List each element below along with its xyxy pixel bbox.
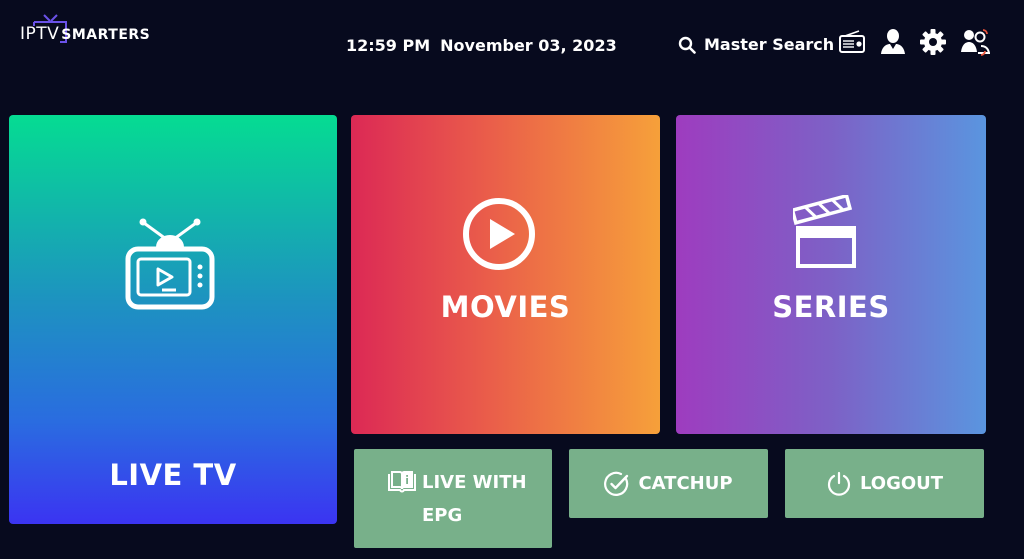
radio-icon <box>839 30 865 53</box>
logo-text-smarters: SMARTERS <box>61 27 151 43</box>
logout-label: LOGOUT <box>859 473 944 494</box>
catchup-button[interactable]: CATCHUP <box>569 449 768 518</box>
live-with-epg-label-line2: EPG <box>422 505 463 526</box>
logout-button[interactable]: LOGOUT <box>785 449 984 518</box>
catchup-label: CATCHUP <box>638 473 733 494</box>
live-with-epg-button[interactable]: LIVE WITH EPG <box>354 449 552 548</box>
movies-tile[interactable]: MOVIES <box>351 115 660 434</box>
check-circle-icon <box>604 471 629 496</box>
profile-icon <box>881 29 905 54</box>
settings-icon <box>920 29 946 55</box>
movies-label: MOVIES <box>440 290 571 324</box>
master-search-label: Master Search <box>704 35 835 54</box>
clapperboard-icon <box>793 195 856 268</box>
date-text: November 03, 2023 <box>440 36 617 55</box>
time-text: 12:59 PM <box>346 36 431 55</box>
live-tv-label: LIVE TV <box>109 458 237 492</box>
profile-button[interactable] <box>878 27 908 57</box>
live-tv-tile[interactable]: LIVE TV <box>9 115 337 524</box>
radio-button[interactable] <box>837 27 867 57</box>
power-icon <box>827 471 851 496</box>
live-with-epg-label-line1: LIVE WITH <box>422 472 527 493</box>
master-search-button[interactable]: Master Search <box>678 35 834 54</box>
clock: 12:59 PM November 03, 2023 <box>346 36 617 55</box>
settings-button[interactable] <box>918 27 948 57</box>
app-logo: IPTV SMARTERS <box>20 8 170 48</box>
series-label: SERIES <box>772 290 890 324</box>
switch-user-button[interactable] <box>960 27 991 57</box>
search-icon <box>678 36 696 54</box>
logo-text-iptv: IPTV <box>20 24 60 44</box>
play-icon <box>463 198 535 270</box>
series-tile[interactable]: SERIES <box>676 115 986 434</box>
book-info-icon <box>388 471 416 493</box>
tv-icon <box>125 218 215 310</box>
switch-user-icon <box>961 29 991 56</box>
